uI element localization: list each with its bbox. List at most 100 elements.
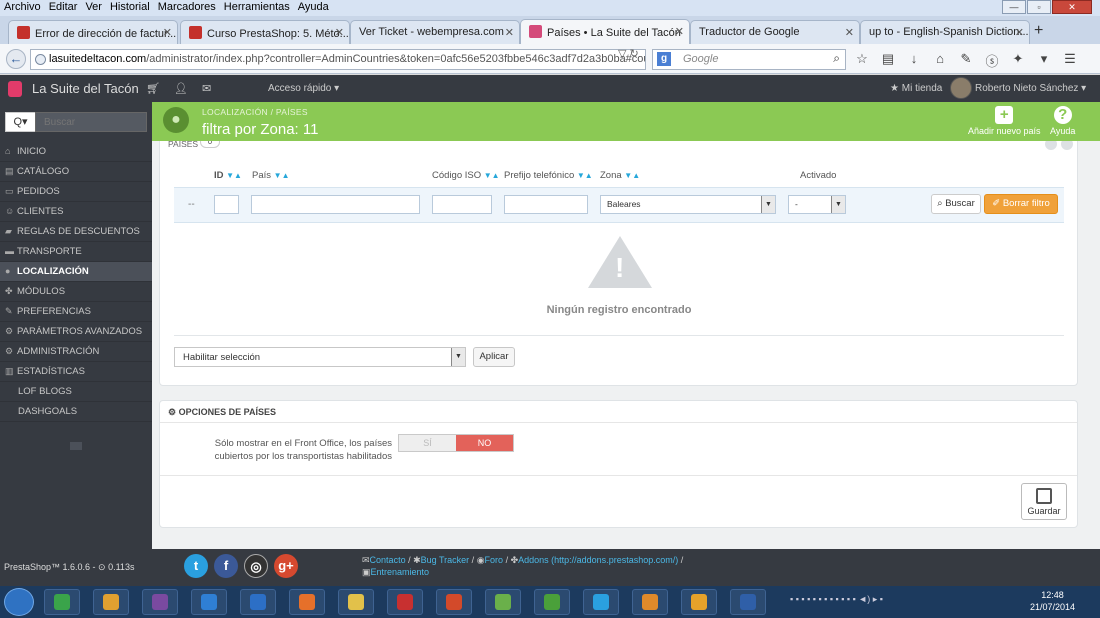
github-icon[interactable]: ◎	[244, 554, 268, 578]
apply-button[interactable]: Aplicar	[473, 347, 515, 367]
maximize-icon[interactable]: ▫	[1027, 0, 1051, 14]
browser-tab[interactable]: Error de dirección de factur... ✕	[8, 20, 178, 44]
filter-iso-input[interactable]	[432, 195, 492, 214]
add-country-button[interactable]: + Añadir nuevo país	[968, 106, 1041, 136]
my-shop-link[interactable]: ★ Mi tienda	[890, 83, 942, 94]
prestashop-logo-icon[interactable]	[8, 81, 22, 97]
add-small-icon[interactable]	[1045, 141, 1057, 150]
reset-filter-button[interactable]: ✐ Borrar filtro	[984, 194, 1058, 214]
user-icon[interactable]: 👤︎	[174, 82, 188, 95]
browser-tab[interactable]: up to - English-Spanish Diction... ✕	[860, 20, 1030, 44]
search-bar[interactable]: g Google ⌕	[652, 49, 846, 70]
menu-ayuda[interactable]: Ayuda	[294, 0, 333, 14]
sidebar-item-clientes[interactable]: ☺ CLIENTES	[0, 202, 152, 222]
column-header-pais[interactable]: País ▼▲	[252, 170, 290, 181]
column-header-zona[interactable]: Zona ▼▲	[600, 170, 640, 181]
more-arrow-icon[interactable]: ▾	[1036, 51, 1052, 70]
dropdown-arrow-icon[interactable]: ▽	[618, 48, 626, 60]
taskbar-app[interactable]	[583, 589, 619, 615]
sidebar-collapse-icon[interactable]	[70, 442, 82, 450]
sidebar-item-lof-blogs[interactable]: LOF BLOGS	[0, 382, 152, 402]
close-tab-icon[interactable]: ✕	[163, 26, 172, 39]
sidebar-item-dashgoals[interactable]: DASHGOALS	[0, 402, 152, 422]
contacto-link[interactable]: Contacto	[370, 555, 406, 565]
browser-tab[interactable]: Traductor de Google ✕	[690, 20, 860, 44]
hamburger-menu-icon[interactable]: ☰	[1062, 51, 1078, 70]
toggle-no[interactable]: NO	[456, 435, 513, 451]
filter-prefijo-input[interactable]	[504, 195, 588, 214]
sidebar-item-parametros[interactable]: ⚙ PARÁMETROS AVANZADOS	[0, 322, 152, 342]
google-plus-icon[interactable]: g+	[274, 554, 298, 578]
sidebar-item-pedidos[interactable]: ▭ PEDIDOS	[0, 182, 152, 202]
back-arrow-icon[interactable]: ←	[6, 49, 26, 69]
bookmarks-list-icon[interactable]: ▤	[880, 51, 896, 70]
addons-link[interactable]: Addons (http://addons.prestashop.com/)	[518, 555, 678, 565]
sidebar-search-input[interactable]	[35, 112, 147, 132]
foro-link[interactable]: Foro	[485, 555, 504, 565]
new-tab-icon[interactable]: +	[1034, 22, 1043, 40]
facebook-icon[interactable]: f	[214, 554, 238, 578]
taskbar-app[interactable]	[632, 589, 668, 615]
taskbar-app[interactable]	[289, 589, 325, 615]
taskbar-app[interactable]	[93, 589, 129, 615]
tray-icons[interactable]: ▪ ▪ ▪ ▪ ▪ ▪ ▪ ▪ ▪ ▪ ▪ ▪ ◄) ▸ ▪	[790, 594, 883, 604]
close-tab-icon[interactable]: ✕	[1015, 26, 1024, 39]
taskbar-app[interactable]	[240, 589, 276, 615]
menu-archivo[interactable]: Archivo	[0, 0, 45, 14]
toggle-yes[interactable]: SÍ	[399, 435, 456, 451]
close-tab-icon[interactable]: ✕	[845, 26, 854, 39]
search-icon[interactable]: ⌕	[833, 51, 840, 66]
taskbar-app[interactable]	[534, 589, 570, 615]
filter-activado-select[interactable]: - ▼	[788, 195, 846, 214]
sidebar-item-modulos[interactable]: ✤ MÓDULOS	[0, 282, 152, 302]
menu-herramientas[interactable]: Herramientas	[220, 0, 294, 14]
start-button-icon[interactable]	[4, 588, 34, 616]
close-tab-icon[interactable]: ✕	[505, 26, 514, 39]
search-type-button[interactable]: Q▾	[5, 112, 35, 132]
url-bar[interactable]: lasuitedeltacon.com/administrator/index.…	[30, 49, 646, 70]
entrenamiento-link[interactable]: Entrenamiento	[371, 567, 430, 577]
sidebar-item-preferencias[interactable]: ✎ PREFERENCIAS	[0, 302, 152, 322]
download-icon[interactable]: ↓	[906, 51, 922, 70]
help-button[interactable]: ? Ayuda	[1050, 106, 1075, 136]
menu-editar[interactable]: Editar	[45, 0, 82, 14]
filter-zona-select[interactable]: Baleares ▼	[600, 195, 776, 214]
browser-tab[interactable]: Curso PrestaShop: 5. Méto... ✕	[180, 20, 350, 44]
browser-tab-active[interactable]: Países • La Suite del Tacón ✕	[520, 19, 690, 44]
menu-marcadores[interactable]: Marcadores	[154, 0, 220, 14]
reload-icon[interactable]: ↻	[630, 48, 639, 60]
filter-id-input[interactable]	[214, 195, 239, 214]
breadcrumb[interactable]: LOCALIZACIÓN / PAÍSES	[202, 107, 308, 117]
save-button[interactable]: Guardar	[1021, 483, 1067, 520]
taskbar-app[interactable]	[485, 589, 521, 615]
minimize-icon[interactable]: —	[1002, 0, 1026, 14]
cart-icon[interactable]: 🛒︎	[146, 82, 160, 95]
column-header-iso[interactable]: Código ISO ▼▲	[432, 170, 500, 181]
sidebar-item-inicio[interactable]: ⌂ INICIO	[0, 142, 152, 162]
close-tab-icon[interactable]: ✕	[675, 25, 684, 38]
refresh-icon[interactable]	[1061, 141, 1073, 150]
extension-icon[interactable]: ✦	[1010, 51, 1026, 70]
sidebar-item-localizacion[interactable]: ● LOCALIZACIÓN	[0, 262, 152, 282]
sidebar-item-estadisticas[interactable]: ▥ ESTADÍSTICAS	[0, 362, 152, 382]
pen-icon[interactable]: ✎	[958, 51, 974, 70]
taskbar-app[interactable]	[436, 589, 472, 615]
bulk-action-select[interactable]: Habilitar selección ▼	[174, 347, 466, 367]
bug-tracker-link[interactable]: Bug Tracker	[421, 555, 470, 565]
search-button[interactable]: ⌕ Buscar	[931, 194, 981, 214]
sidebar-item-transporte[interactable]: ▬ TRANSPORTE	[0, 242, 152, 262]
sidebar-item-catalogo[interactable]: ▤ CATÁLOGO	[0, 162, 152, 182]
bookmark-star-icon[interactable]: ☆	[854, 51, 870, 70]
twitter-icon[interactable]: t	[184, 554, 208, 578]
taskbar-app[interactable]	[681, 589, 717, 615]
taskbar-app[interactable]	[191, 589, 227, 615]
taskbar-app[interactable]	[387, 589, 423, 615]
menu-historial[interactable]: Historial	[106, 0, 154, 14]
system-clock[interactable]: 12:48 21/07/2014	[1030, 589, 1075, 613]
taskbar-app[interactable]	[44, 589, 80, 615]
taskbar-app[interactable]	[142, 589, 178, 615]
close-tab-icon[interactable]: ✕	[335, 26, 344, 39]
quick-access-menu[interactable]: Acceso rápido ▾	[268, 83, 339, 94]
shop-name[interactable]: La Suite del Tacón	[32, 81, 139, 96]
home-icon[interactable]: ⌂	[932, 51, 948, 70]
